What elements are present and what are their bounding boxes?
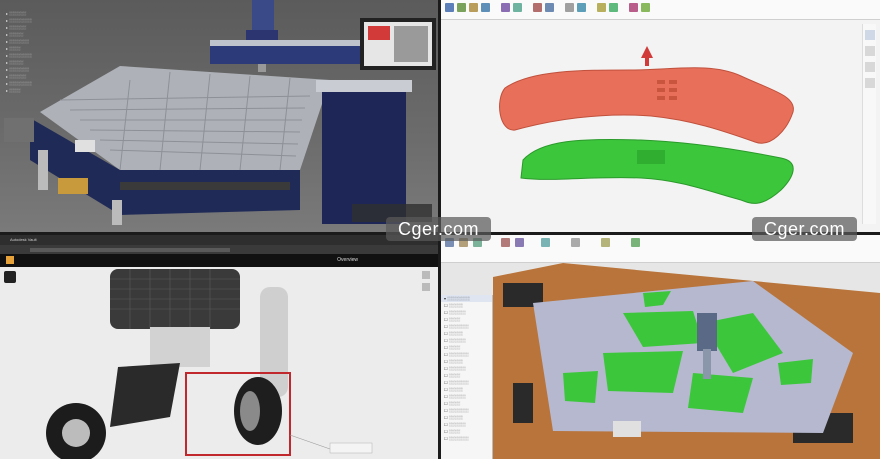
handle-parts-illustration [499, 46, 794, 204]
panel-row[interactable]: ☐ ░░░░ [441, 344, 492, 351]
url-text-placeholder [30, 247, 230, 252]
panel-row[interactable]: ☐ ░░░░░ [441, 302, 492, 309]
panel-header: ▾ ░░░░░░░░ [441, 295, 492, 302]
fixture-illustration [493, 263, 880, 459]
viewer-app-bar: Overview [0, 254, 438, 267]
panel-row[interactable]: ☐ ░░░░░░ [441, 337, 492, 344]
actions-icon[interactable] [541, 238, 550, 247]
panel-row[interactable]: ☐ ░░░░░░░ [441, 351, 492, 358]
drilling-icon[interactable] [501, 238, 510, 247]
panel-row[interactable]: ☐ ░░░░ [441, 316, 492, 323]
panel-row[interactable]: ☐ ░░░░░░ [441, 393, 492, 400]
wheelchair-model [46, 269, 373, 459]
inspect-icon[interactable] [601, 238, 610, 247]
tab-title[interactable]: Autodesk Vault [10, 237, 37, 242]
panel-row[interactable]: ☐ ░░░░░ [441, 386, 492, 393]
browser-viewer-window: Autodesk Vault Overview [0, 235, 438, 459]
simulation-panel: ▾ ░░░░░░░░ ☐ ░░░░░ ☐ ░░░░░░ ☐ ░░░░ ☐ ░░░… [441, 295, 493, 459]
address-bar[interactable] [0, 245, 438, 254]
cnc-render-viewport[interactable]: ▸ ░░░░░░ ▸ ░░░░░░░░ ▸ ░░░░░░ ▸ ░░░░░ ▸ ░… [0, 0, 438, 232]
part-cad-viewport[interactable] [441, 0, 880, 232]
panel-row[interactable]: ☐ ░░░░░░░ [441, 323, 492, 330]
app-logo-icon[interactable] [6, 256, 14, 264]
panel-row[interactable]: ☐ ░░░░░░ [441, 365, 492, 372]
panel-row[interactable]: ☐ ░░░░░░ [441, 309, 492, 316]
panel-row[interactable]: ☐ ░░░░░░░ [441, 379, 492, 386]
watermark-right: Cger.com [752, 217, 858, 241]
panel-row[interactable]: ☐ ░░░░░░░ [441, 407, 492, 414]
watermark-left: Cger.com [386, 217, 492, 241]
panel-row[interactable]: ☐ ░░░░░░ [441, 421, 492, 428]
multi-axis-icon[interactable] [515, 238, 524, 247]
panel-row[interactable]: ☐ ░░░░░ [441, 414, 492, 421]
panel-row[interactable]: ☐ ░░░░░ [441, 330, 492, 337]
panel-row[interactable]: ☐ ░░░░ [441, 400, 492, 407]
panel-row[interactable]: ☐ ░░░░░░░ [441, 435, 492, 442]
cnc-machine-illustration [4, 0, 436, 225]
panel-row[interactable]: ☐ ░░░░ [441, 428, 492, 435]
browser-tab-bar[interactable]: Autodesk Vault [0, 235, 438, 245]
manage-icon[interactable] [631, 238, 640, 247]
cam-simulation-viewport[interactable]: ▾ ░░░░░░░░ ☐ ░░░░░ ☐ ░░░░░░ ☐ ░░░░ ☐ ░░░… [441, 235, 880, 459]
panel-row[interactable]: ☐ ░░░░░ [441, 358, 492, 365]
panel-row[interactable]: ☐ ░░░░ [441, 372, 492, 379]
simulate-icon[interactable] [571, 238, 580, 247]
overview-label[interactable]: Overview [337, 254, 358, 267]
